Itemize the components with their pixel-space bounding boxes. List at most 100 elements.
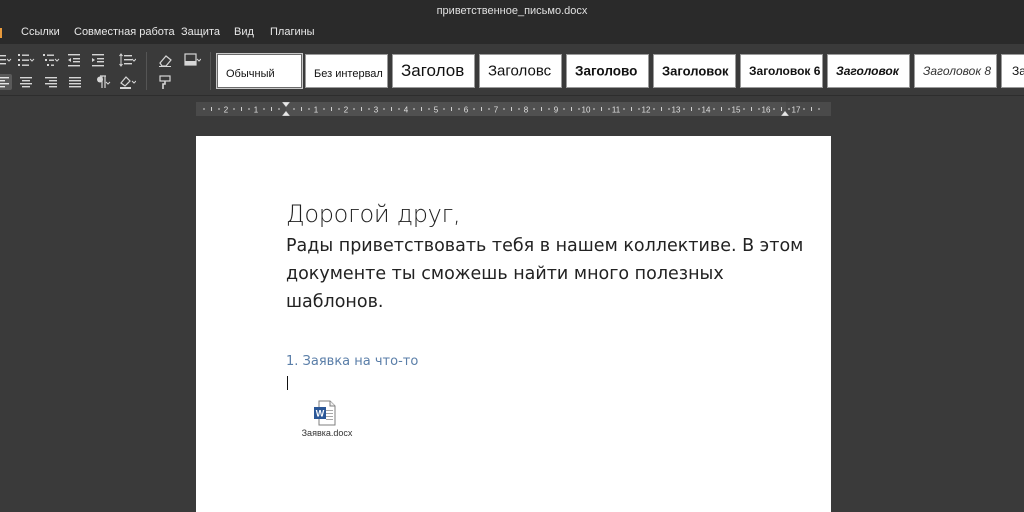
ruler-label: 7: [494, 106, 499, 115]
numbered-list-icon[interactable]: [17, 52, 35, 68]
ruler-tick: [563, 108, 565, 110]
ruler-tick: [413, 108, 415, 110]
style-normal[interactable]: Обычный: [216, 53, 303, 89]
multilevel-list-icon[interactable]: [42, 52, 60, 68]
ruler-tick: [743, 108, 745, 110]
ruler-tick: [511, 107, 512, 111]
ruler-tick: [278, 108, 280, 110]
svg-text:W: W: [316, 409, 325, 419]
embedded-attachment[interactable]: W Заявка.docx: [296, 400, 358, 440]
ruler-tick: [331, 107, 332, 111]
ruler-tick: [571, 107, 572, 111]
ruler-tick: [458, 108, 460, 110]
highlight-color-icon[interactable]: [118, 74, 136, 90]
ruler-tick: [473, 108, 475, 110]
style-heading-8[interactable]: За: [1001, 54, 1024, 88]
ruler-tick: [623, 108, 625, 110]
menu-tab-plugins[interactable]: Плагины: [270, 26, 315, 38]
ruler-tick: [601, 107, 602, 111]
format-painter-icon[interactable]: [157, 74, 175, 90]
menu-tab-view[interactable]: Вид: [234, 26, 254, 38]
line-spacing-icon[interactable]: [118, 52, 136, 68]
align-left-icon[interactable]: [0, 74, 12, 90]
ruler-label: 14: [702, 106, 711, 115]
body-paragraph: Рады приветствовать тебя в нашем коллект…: [286, 236, 804, 312]
ruler-tick: [398, 108, 400, 110]
ruler-label: 9: [554, 106, 559, 115]
ruler-tick: [638, 108, 640, 110]
ruler-tick: [323, 108, 325, 110]
ruler-tick: [661, 107, 662, 111]
style-heading-1[interactable]: Заголов: [392, 54, 475, 88]
ruler-label: 17: [792, 106, 801, 115]
align-center-icon[interactable]: [17, 74, 35, 90]
ruler-tick: [593, 108, 595, 110]
ruler-label: 1: [314, 106, 319, 115]
pilcrow-icon[interactable]: [93, 74, 111, 90]
menu-tab-collaboration[interactable]: Совместная работа: [74, 26, 175, 38]
text-cursor: [287, 376, 288, 390]
ruler-tick: [211, 107, 212, 111]
bullet-list-icon[interactable]: [0, 52, 12, 68]
ruler-tick: [668, 108, 670, 110]
ruler-tick: [503, 108, 505, 110]
ruler-tick: [488, 108, 490, 110]
style-heading-3[interactable]: Заголово: [566, 54, 649, 88]
ruler-tick: [631, 107, 632, 111]
ruler-tick: [773, 108, 775, 110]
ruler-tick: [781, 107, 782, 111]
increase-indent-icon[interactable]: [90, 52, 108, 68]
ruler-tick: [578, 108, 580, 110]
ruler-tick: [728, 108, 730, 110]
menu-bar: Ссылки Совместная работа Защита Вид Плаг…: [0, 22, 1024, 44]
ruler-tick: [758, 108, 760, 110]
attachment-name: Заявка.docx: [301, 428, 353, 438]
decrease-indent-icon[interactable]: [66, 52, 84, 68]
document-title: приветственное_письмо.docx: [436, 5, 588, 17]
clear-formatting-icon[interactable]: [157, 52, 175, 68]
ruler-tick: [698, 108, 700, 110]
ruler-label: 6: [464, 106, 469, 115]
style-heading-5[interactable]: Заголовок 6: [740, 54, 823, 88]
first-line-indent-marker: [281, 102, 291, 108]
ruler-label: 10: [582, 106, 591, 115]
style-no-spacing[interactable]: Без интервал: [305, 54, 388, 88]
ruler-tick: [481, 107, 482, 111]
list-heading: 1. Заявка на что-то: [286, 354, 419, 369]
active-tab-marker: [0, 28, 2, 38]
ruler-tick: [308, 108, 310, 110]
justify-icon[interactable]: [66, 74, 84, 90]
ruler-tick: [691, 107, 692, 111]
ruler-tick: [721, 107, 722, 111]
ruler-label: 15: [732, 106, 741, 115]
word-file-icon: W: [314, 400, 336, 426]
horizontal-ruler[interactable]: 2 1 1 2 3 4 5 6 7 8 9 10 11 12 13 14 15 16 17: [196, 102, 831, 116]
ruler-tick: [241, 107, 242, 111]
ruler-tick: [271, 107, 272, 111]
ruler-label: 2: [344, 106, 349, 115]
style-heading-4[interactable]: Заголовок: [653, 54, 736, 88]
ruler-ticks: 2 1 1 2 3 4 5 6 7 8 9 10 11 12 13 14 15 16 17: [203, 102, 820, 116]
ruler-tick: [713, 108, 715, 110]
align-right-icon[interactable]: [42, 74, 60, 90]
ruler-label: 3: [374, 106, 379, 115]
ruler-tick: [361, 107, 362, 111]
ruler-label: 16: [762, 106, 771, 115]
style-heading-6[interactable]: Заголовок: [827, 54, 910, 88]
ruler-tick: [368, 108, 370, 110]
style-heading-7[interactable]: Заголовок 8: [914, 54, 997, 88]
document-page[interactable]: Дорогой друг, Рады приветствовать тебя в…: [196, 136, 831, 512]
shading-icon[interactable]: [183, 52, 201, 68]
ruler-label: 13: [672, 106, 681, 115]
ruler-tick: [653, 108, 655, 110]
ruler-tick: [518, 108, 520, 110]
left-indent-marker: [281, 110, 291, 116]
ruler-tick: [548, 108, 550, 110]
menu-tab-protection[interactable]: Защита: [181, 26, 220, 38]
ruler-label: 5: [434, 106, 439, 115]
ruler-tick: [233, 108, 235, 110]
toolbar-separator: [146, 52, 147, 90]
menu-tab-references[interactable]: Ссылки: [21, 26, 60, 38]
style-heading-2[interactable]: Заголовс: [479, 54, 562, 88]
title-bar: приветственное_письмо.docx: [0, 0, 1024, 22]
